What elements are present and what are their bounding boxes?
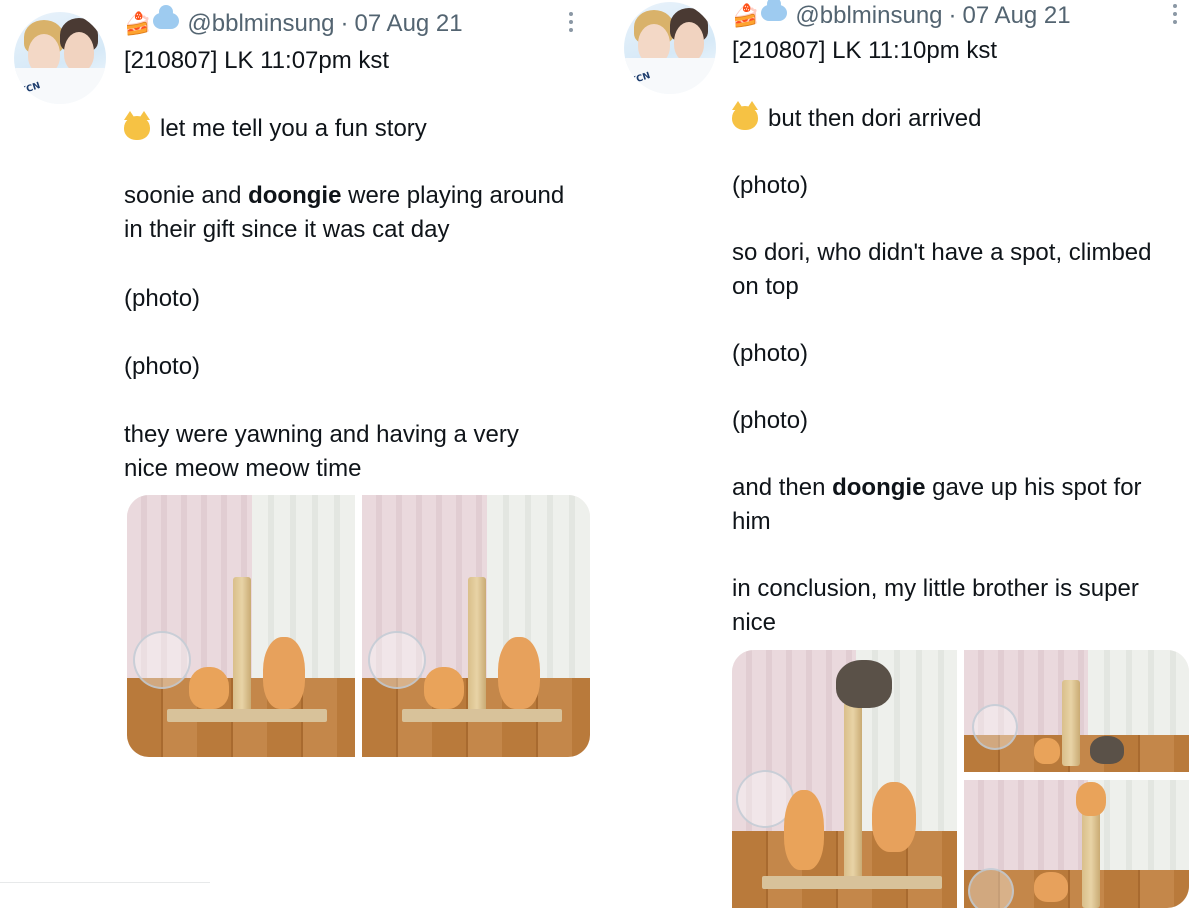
tweet-photo[interactable] [127,495,355,757]
tweet-right: KCN 🍰 @bblminsung · 07 Aug 21 [210807] L… [610,0,1200,910]
header-separator: · [948,2,957,29]
more-options-icon[interactable] [1172,4,1178,28]
tweet-date[interactable]: 07 Aug 21 [355,10,463,38]
user-handle[interactable]: @bblminsung [795,2,942,30]
tweet-header: 🍰 @bblminsung · 07 Aug 21 [732,0,1071,30]
tweet-text-line: in their gift since it was cat day [124,216,450,243]
tweet-date[interactable]: 07 Aug 21 [963,2,1071,30]
tweet-text-line: (photo) [124,353,201,380]
tweet-text-line: on top [732,273,799,300]
tweet-text-line: nice meow meow time [124,455,362,482]
tweet-photo[interactable] [964,650,1189,772]
tweet-text-line: (photo) [732,172,809,199]
more-options-icon[interactable] [568,12,574,36]
tweet-text-line: let me tell you a fun story [124,111,427,146]
tweet-left: KCN 🍰 @bblminsung · 07 Aug 21 [210807] L… [0,0,600,910]
divider [0,882,210,883]
tweet-text-line: (photo) [124,285,201,312]
cloud-emoji-icon [153,5,180,29]
user-handle[interactable]: @bblminsung [187,10,334,38]
tweet-text-line: (photo) [732,407,809,434]
tweet-title-line: [210807] LK 11:10pm kst [732,37,998,64]
avatar[interactable]: KCN [14,12,106,104]
tweet-text-line: so dori, who didn't have a spot, climbed [732,239,1152,266]
tweet-text-line: (photo) [732,340,809,367]
tweet-text-line: him [732,508,771,535]
tweet-text-line: but then dori arrived [732,101,981,136]
tweet-text-line: soonie and doongie were playing around [124,182,565,209]
bold-name: doongie [832,474,926,501]
cloud-emoji-icon [761,0,788,21]
tweet-text-line: nice [732,609,777,636]
bold-name: doongie [248,182,342,209]
header-separator: · [340,10,349,37]
tweet-header: 🍰 @bblminsung · 07 Aug 21 [124,5,463,38]
tweet-photo[interactable] [964,780,1189,908]
tweet-photo[interactable] [362,495,590,757]
tweet-title-line: [210807] LK 11:07pm kst [124,47,390,74]
avatar[interactable]: KCN [624,2,716,94]
cat-emoji-icon [732,101,758,130]
tweet-text-line: and then doongie gave up his spot for [732,474,1142,501]
cat-emoji-icon [124,111,150,140]
cake-emoji-icon: 🍰 [732,3,760,28]
tweet-text-line: in conclusion, my little brother is supe… [732,575,1139,602]
cake-emoji-icon: 🍰 [124,11,152,36]
tweet-text-line: they were yawning and having a very [124,421,519,448]
tweet-photo[interactable] [732,650,957,908]
